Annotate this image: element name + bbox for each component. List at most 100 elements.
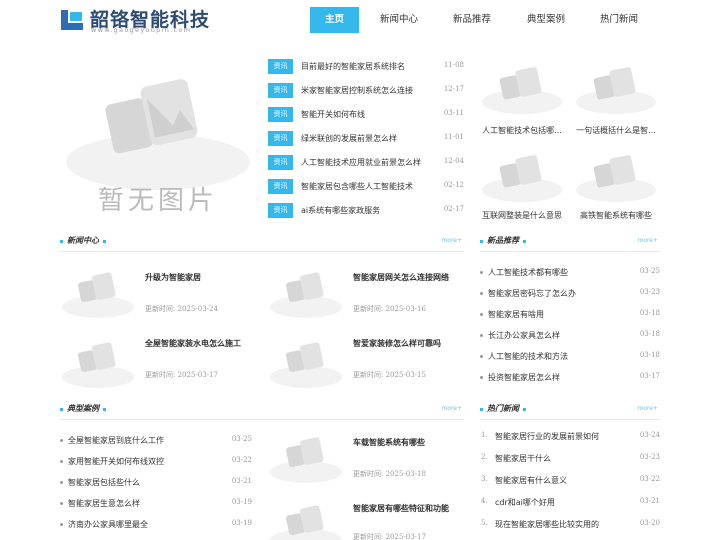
logo-icon[interactable] xyxy=(60,8,84,32)
side-pic-caption[interactable]: 互联网整装是什么意思 xyxy=(476,210,568,221)
list-item[interactable]: 长江办公家具怎么样 03-18 xyxy=(480,329,660,343)
hot-news-item[interactable]: 3. 智能家居有什么意义 03-22 xyxy=(481,474,660,488)
news-card-time: 更新时间: 2025-03-17 xyxy=(145,370,218,380)
list-item[interactable]: 智能家居密码忘了怎么办 03-23 xyxy=(480,287,660,301)
case-card-time: 更新时间: 2025-03-17 xyxy=(353,532,426,540)
list-title[interactable]: 人工智能的技术和方法 xyxy=(488,351,568,362)
hot-news-title[interactable]: 智能家居干什么 xyxy=(495,453,551,464)
nav-home[interactable]: 主页 xyxy=(310,7,359,33)
news-center-header: 新闻中心 more+ xyxy=(60,234,464,252)
hot-news-title[interactable]: 现在智能家居哪些比较实用的 xyxy=(495,519,599,530)
list-item[interactable]: 智能家居包括些什么 03-21 xyxy=(60,476,252,490)
side-pic-caption[interactable]: 高铁智能系统有哪些 xyxy=(570,210,662,221)
hot-news-title[interactable]: 智能家居有什么意义 xyxy=(495,475,567,486)
news-thumb[interactable] xyxy=(268,263,344,325)
more-link[interactable]: more+ xyxy=(441,237,462,244)
list-title[interactable]: 人工智能技术都有哪些 xyxy=(488,267,568,278)
list-item[interactable]: 全屋智能家居到底什么工作 03-25 xyxy=(60,434,252,448)
side-pic-placeholder[interactable] xyxy=(480,146,564,208)
news-title[interactable]: 智能开关如何布线 xyxy=(301,109,365,120)
time-value: 2025-03-17 xyxy=(385,533,426,540)
top-news-row[interactable]: 资讯 目前最好的智能家居系统排名 11-08 xyxy=(268,59,464,76)
more-link[interactable]: more+ xyxy=(637,405,658,412)
hot-news-item[interactable]: 5. 现在智能家居哪些比较实用的 03-20 xyxy=(481,518,660,532)
news-title[interactable]: 米家智能家居控制系统怎么连接 xyxy=(301,85,413,96)
case-card-title[interactable]: 智能家居有哪些特征和功能 xyxy=(353,503,449,514)
news-thumb[interactable] xyxy=(60,263,136,325)
list-item[interactable]: 家用智能开关如何布线双控 03-22 xyxy=(60,455,252,469)
side-pic-caption[interactable]: 人工智能技术包括哪... xyxy=(476,125,568,136)
news-thumb[interactable] xyxy=(268,333,344,395)
news-tag: 资讯 xyxy=(268,179,293,194)
news-card-title[interactable]: 升级为智能家居 xyxy=(145,272,201,283)
side-pic-caption[interactable]: 一句话概括什么是智... xyxy=(570,125,662,136)
list-title[interactable]: 长江办公家具怎么样 xyxy=(488,330,560,341)
list-title[interactable]: 全屋智能家居到底什么工作 xyxy=(68,435,164,446)
nav-new-products[interactable]: 新品推荐 xyxy=(445,7,499,33)
nav-news-center[interactable]: 新闻中心 xyxy=(372,7,426,33)
list-date: 03-20 xyxy=(639,519,660,527)
list-item[interactable]: 投资智能家居怎么样 03-17 xyxy=(480,371,660,385)
list-title[interactable]: 智能家居生意怎么样 xyxy=(68,498,140,509)
time-label: 更新时间: xyxy=(353,470,384,478)
list-title[interactable]: 济南办公家具哪里最全 xyxy=(68,519,148,530)
list-item[interactable]: 济南办公家具哪里最全 03-19 xyxy=(60,518,252,532)
list-title[interactable]: 智能家居包括些什么 xyxy=(68,477,140,488)
nav-hot-news[interactable]: 热门新闻 xyxy=(592,7,646,33)
no-image-icon xyxy=(576,155,656,202)
hot-news-title[interactable]: cdr和ai哪个好用 xyxy=(495,497,555,508)
side-pic-placeholder[interactable] xyxy=(574,58,658,120)
news-title[interactable]: 人工智能技术应用就业前景怎么样 xyxy=(301,157,421,168)
top-news-row[interactable]: 资讯 米家智能家居控制系统怎么连接 12-17 xyxy=(268,83,464,100)
bullet-icon xyxy=(60,502,63,505)
news-card-title[interactable]: 智爱家装修怎么样可靠吗 xyxy=(353,338,441,349)
hot-news-item[interactable]: 4. cdr和ai哪个好用 03-21 xyxy=(481,496,660,510)
side-pic-placeholder[interactable] xyxy=(574,146,658,208)
more-link[interactable]: more+ xyxy=(637,237,658,244)
news-title[interactable]: 目前最好的智能家居系统排名 xyxy=(301,61,405,72)
top-news-row[interactable]: 资讯 ai系统有哪些家政服务 02-17 xyxy=(268,203,464,220)
list-title[interactable]: 投资智能家居怎么样 xyxy=(488,372,560,383)
news-title[interactable]: 绿米联创的发展前景怎么样 xyxy=(301,133,397,144)
hot-news-item[interactable]: 2. 智能家居干什么 03-23 xyxy=(481,452,660,466)
list-item[interactable]: 人工智能的技术和方法 03-18 xyxy=(480,350,660,364)
list-date: 03-21 xyxy=(231,477,252,485)
square-icon xyxy=(103,240,106,243)
square-icon xyxy=(60,240,63,243)
more-link[interactable]: more+ xyxy=(441,405,462,412)
rank-number: 3. xyxy=(481,475,488,483)
hot-news-item[interactable]: 1. 智能家居行业的发展前景如何 03-24 xyxy=(481,430,660,444)
top-news-row[interactable]: 资讯 绿米联创的发展前景怎么样 11-01 xyxy=(268,131,464,148)
hero-image-placeholder[interactable]: 暂无图片 xyxy=(60,57,256,227)
top-news-row[interactable]: 资讯 智能家居包含哪些人工智能技术 02-12 xyxy=(268,179,464,196)
rank-number: 5. xyxy=(481,519,488,527)
list-date: 03-19 xyxy=(231,498,252,506)
side-pic-placeholder[interactable] xyxy=(480,58,564,120)
no-image-icon xyxy=(62,342,134,388)
top-news-row[interactable]: 资讯 智能开关如何布线 03-11 xyxy=(268,107,464,124)
list-title[interactable]: 智能家居密码忘了怎么办 xyxy=(488,288,576,299)
case-thumb[interactable] xyxy=(268,428,344,490)
news-card-title[interactable]: 智能家居网关怎么连接网络 xyxy=(353,272,449,283)
hot-news-title[interactable]: 智能家居行业的发展前景如何 xyxy=(495,431,599,442)
news-title[interactable]: ai系统有哪些家政服务 xyxy=(301,205,380,216)
list-title[interactable]: 智能家居有啥用 xyxy=(488,309,544,320)
time-value: 2025-03-16 xyxy=(385,305,426,313)
top-news-row[interactable]: 资讯 人工智能技术应用就业前景怎么样 12-04 xyxy=(268,155,464,172)
nav-cases[interactable]: 典型案例 xyxy=(519,7,573,33)
case-card-title[interactable]: 车载智能系统有哪些 xyxy=(353,437,425,448)
time-label: 更新时间: xyxy=(353,533,384,540)
news-card-title[interactable]: 全屋智能家装水电怎么施工 xyxy=(145,338,241,349)
news-card-time: 更新时间: 2025-03-24 xyxy=(145,304,218,314)
news-title[interactable]: 智能家居包含哪些人工智能技术 xyxy=(301,181,413,192)
case-thumb[interactable] xyxy=(268,496,344,540)
list-item[interactable]: 智能家居有啥用 03-18 xyxy=(480,308,660,322)
no-image-icon xyxy=(482,155,562,202)
list-item[interactable]: 智能家居生意怎么样 03-19 xyxy=(60,497,252,511)
list-item[interactable]: 人工智能技术都有哪些 03-25 xyxy=(480,266,660,280)
list-title[interactable]: 家用智能开关如何布线双控 xyxy=(68,456,164,467)
time-label: 更新时间: xyxy=(145,305,176,313)
square-icon xyxy=(60,408,63,411)
news-thumb[interactable] xyxy=(60,333,136,395)
square-icon xyxy=(523,240,526,243)
